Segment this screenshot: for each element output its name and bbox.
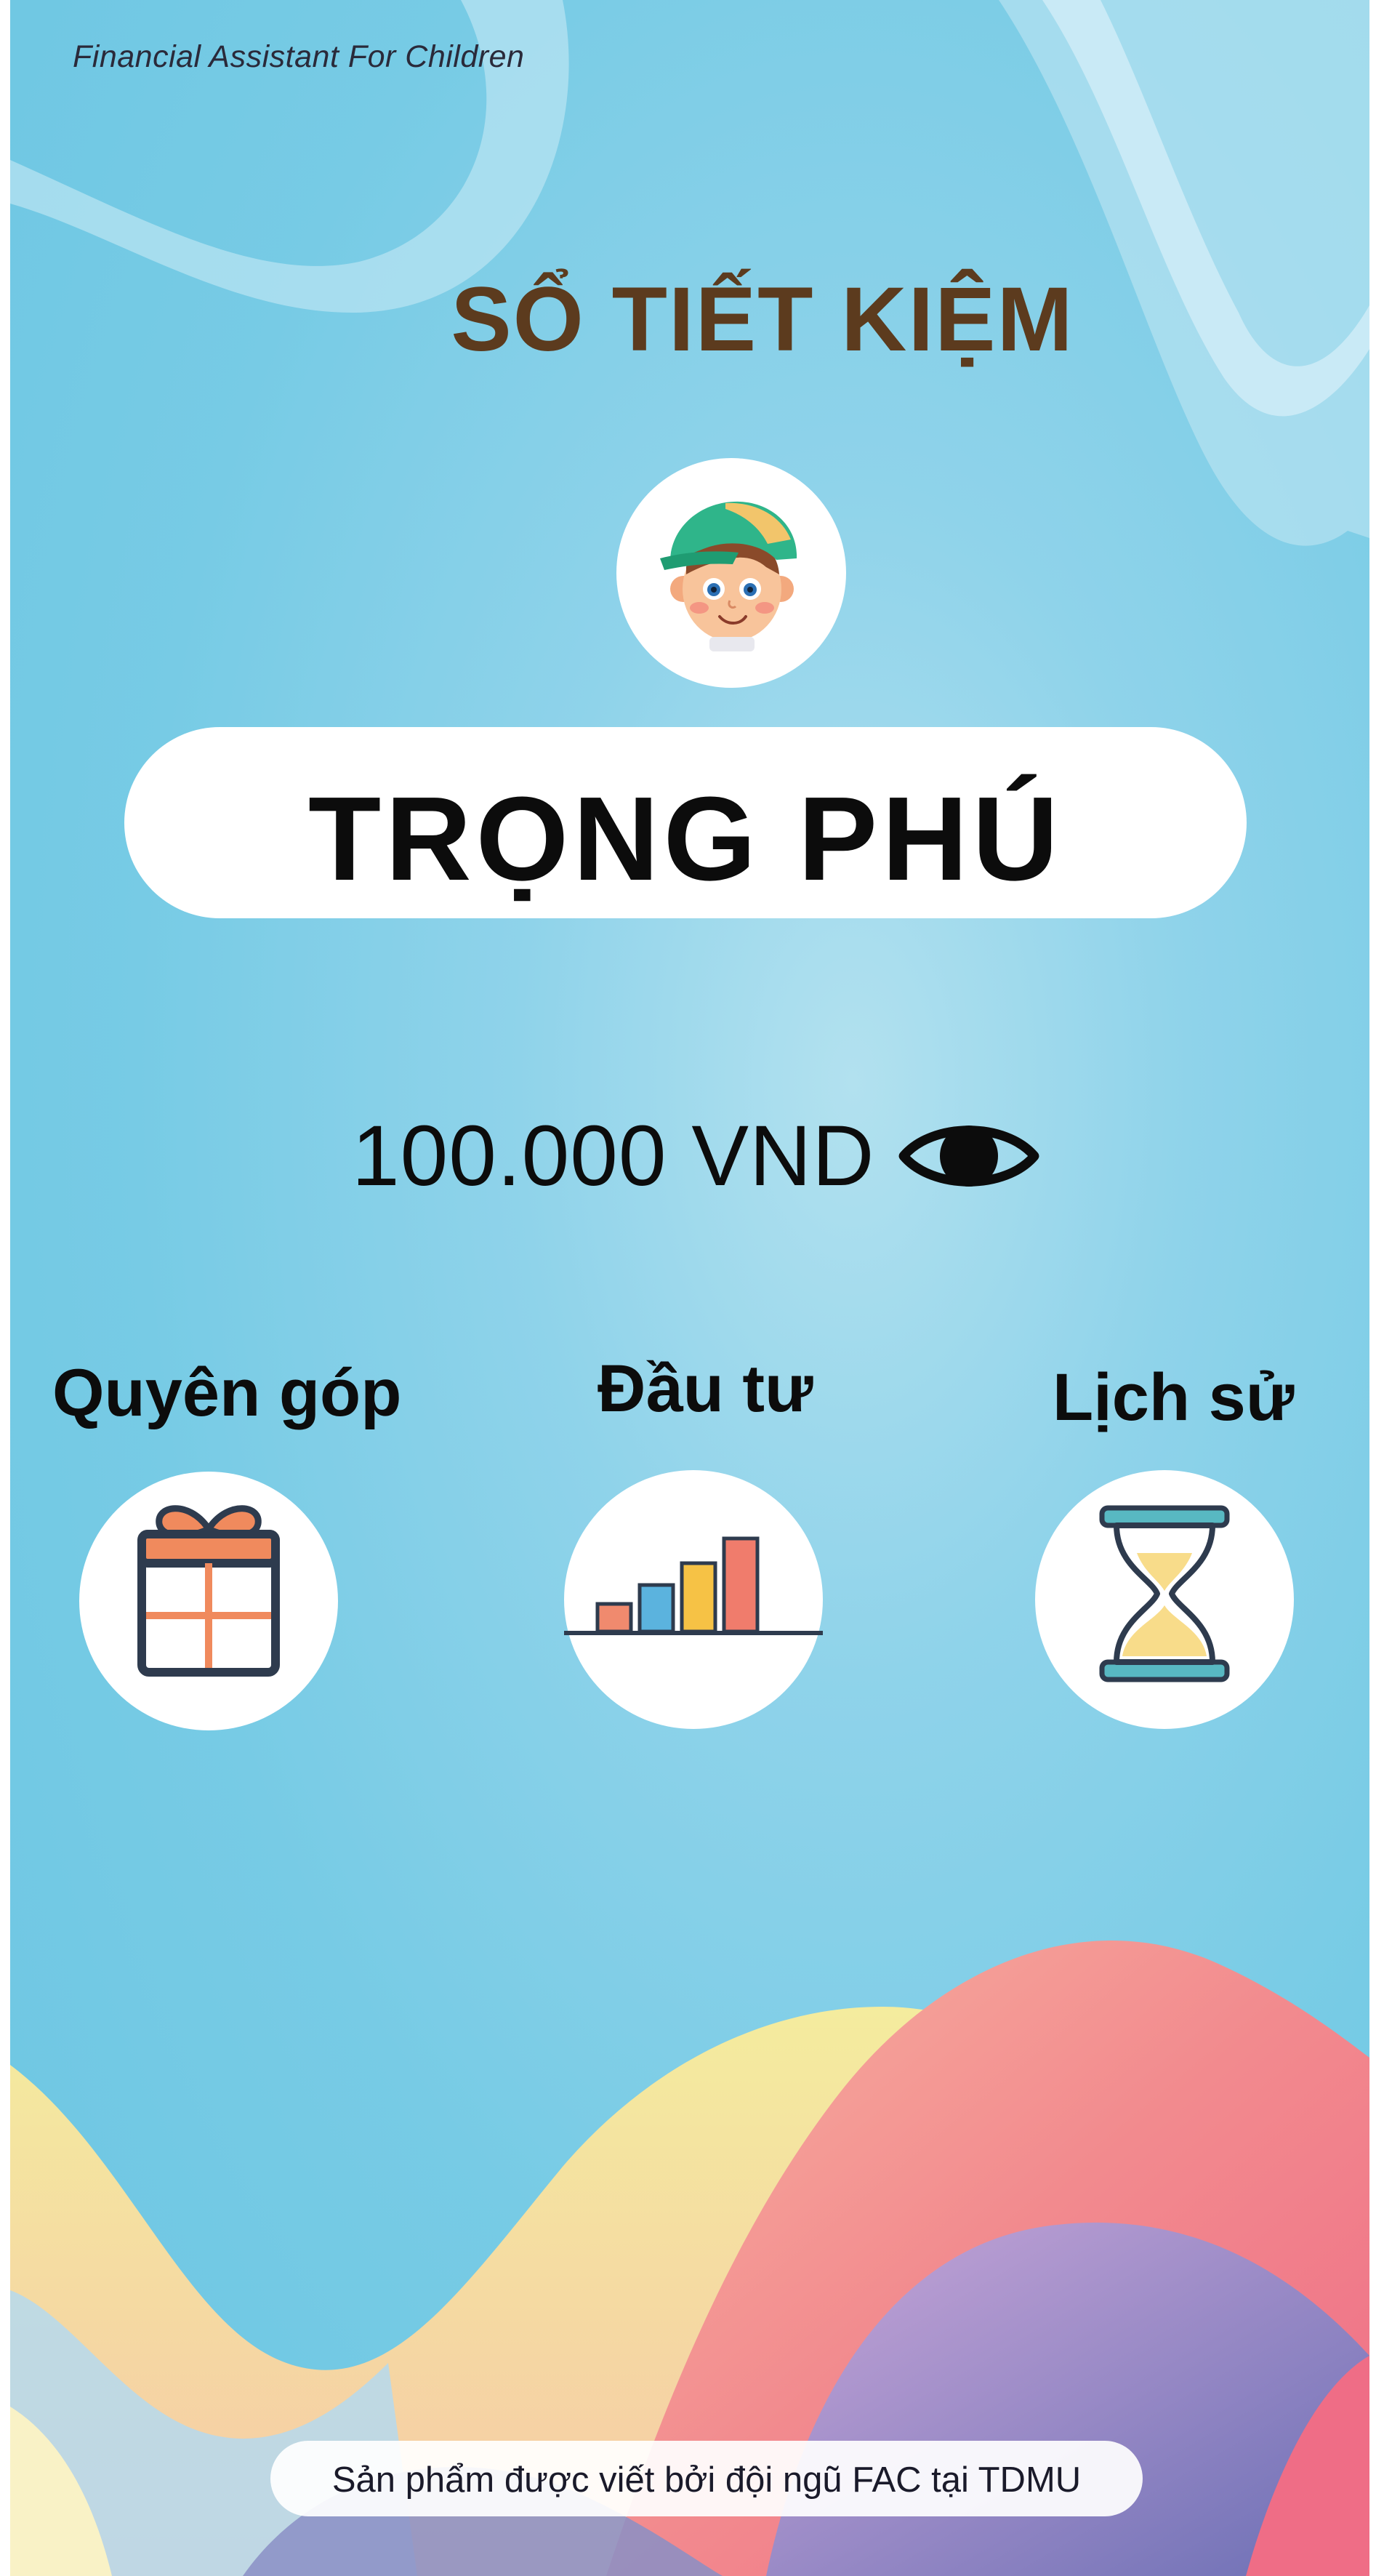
footer-credit-bar: Sản phẩm được viết bởi đội ngũ FAC tại T… bbox=[270, 2441, 1143, 2516]
eye-icon[interactable] bbox=[898, 1116, 1040, 1196]
balance-row: 100.000 VND bbox=[352, 1102, 1040, 1211]
app-screen: Financial Assistant For Children SỔ TIẾT… bbox=[10, 0, 1369, 2576]
page-title: SỔ TIẾT KIỆM bbox=[451, 269, 1074, 370]
boy-with-cap-avatar-icon bbox=[616, 458, 846, 688]
hourglass-icon[interactable] bbox=[1035, 1470, 1294, 1729]
app-tagline: Financial Assistant For Children bbox=[73, 39, 525, 74]
action-invest-label: Đầu tư bbox=[598, 1352, 813, 1426]
gift-icon[interactable] bbox=[79, 1472, 338, 1730]
bar-chart-icon[interactable] bbox=[564, 1470, 823, 1729]
action-history-label: Lịch sử bbox=[1053, 1360, 1295, 1435]
balance-amount: 100.000 VND bbox=[352, 1108, 875, 1204]
account-holder-name: TRỌNG PHÚ bbox=[308, 772, 1063, 905]
footer-credit-text: Sản phẩm được viết bởi đội ngũ FAC tại T… bbox=[331, 2460, 1082, 2500]
decorative-background bbox=[10, 0, 1369, 2576]
action-donate-label: Quyên góp bbox=[52, 1356, 402, 1430]
account-name-card: TRỌNG PHÚ bbox=[124, 727, 1247, 918]
